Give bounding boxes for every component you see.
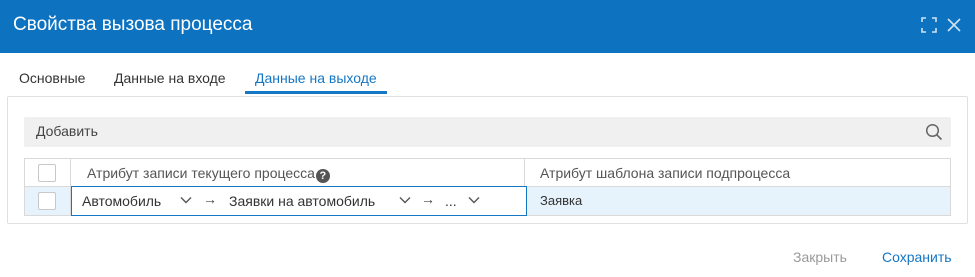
column-header-label: Атрибут шаблона записи подпроцесса [540, 165, 791, 181]
add-button[interactable]: Добавить [36, 123, 98, 139]
tab-bar: Основные Данные на входе Данные на выход… [0, 53, 975, 96]
chevron-down-icon[interactable] [399, 196, 411, 204]
row-checkbox-cell [25, 187, 71, 215]
dialog-title: Свойства вызова процесса [13, 14, 253, 35]
row-checkbox[interactable] [38, 192, 56, 210]
help-icon[interactable]: ? [315, 169, 330, 183]
mapping-table: Атрибут записи текущего процесса? Атрибу… [24, 158, 951, 216]
search-icon[interactable] [925, 123, 943, 141]
subprocess-attribute-value[interactable]: Заявка [540, 193, 582, 208]
tab-input-data[interactable]: Данные на входе [104, 70, 236, 94]
column-header-current-attribute: Атрибут записи текущего процесса? [72, 159, 525, 186]
arrow-right-icon: → [203, 191, 217, 207]
path-segment[interactable]: Автомобиль [82, 193, 161, 209]
path-segment[interactable]: Заявки на автомобиль [229, 193, 375, 209]
close-icon[interactable] [945, 16, 963, 34]
dialog-header: Свойства вызова процесса [0, 0, 975, 53]
arrow-right-icon: → [421, 191, 435, 207]
column-header-label: Атрибут записи текущего процесса [87, 165, 315, 181]
select-all-checkbox[interactable] [38, 164, 56, 182]
table-header: Атрибут записи текущего процесса? Атрибу… [25, 159, 950, 187]
output-data-panel: Добавить Атрибут записи текущего процесс… [7, 96, 968, 224]
close-button[interactable]: Закрыть [793, 249, 847, 265]
chevron-down-icon[interactable] [180, 196, 192, 204]
chevron-down-icon[interactable] [468, 196, 480, 204]
attribute-path-selector[interactable]: Автомобиль → Заявки на автомобиль → ... [71, 186, 527, 216]
column-header-subprocess-attribute: Атрибут шаблона записи подпроцесса [526, 159, 950, 186]
add-toolbar: Добавить [24, 117, 951, 147]
table-row[interactable]: Автомобиль → Заявки на автомобиль → ... … [25, 186, 950, 216]
tab-main[interactable]: Основные [9, 70, 95, 94]
maximize-icon[interactable] [920, 16, 938, 34]
save-button[interactable]: Сохранить [882, 249, 952, 265]
tab-output-data[interactable]: Данные на выходе [245, 70, 387, 94]
path-segment[interactable]: ... [445, 193, 457, 209]
header-checkbox-cell [25, 159, 71, 186]
